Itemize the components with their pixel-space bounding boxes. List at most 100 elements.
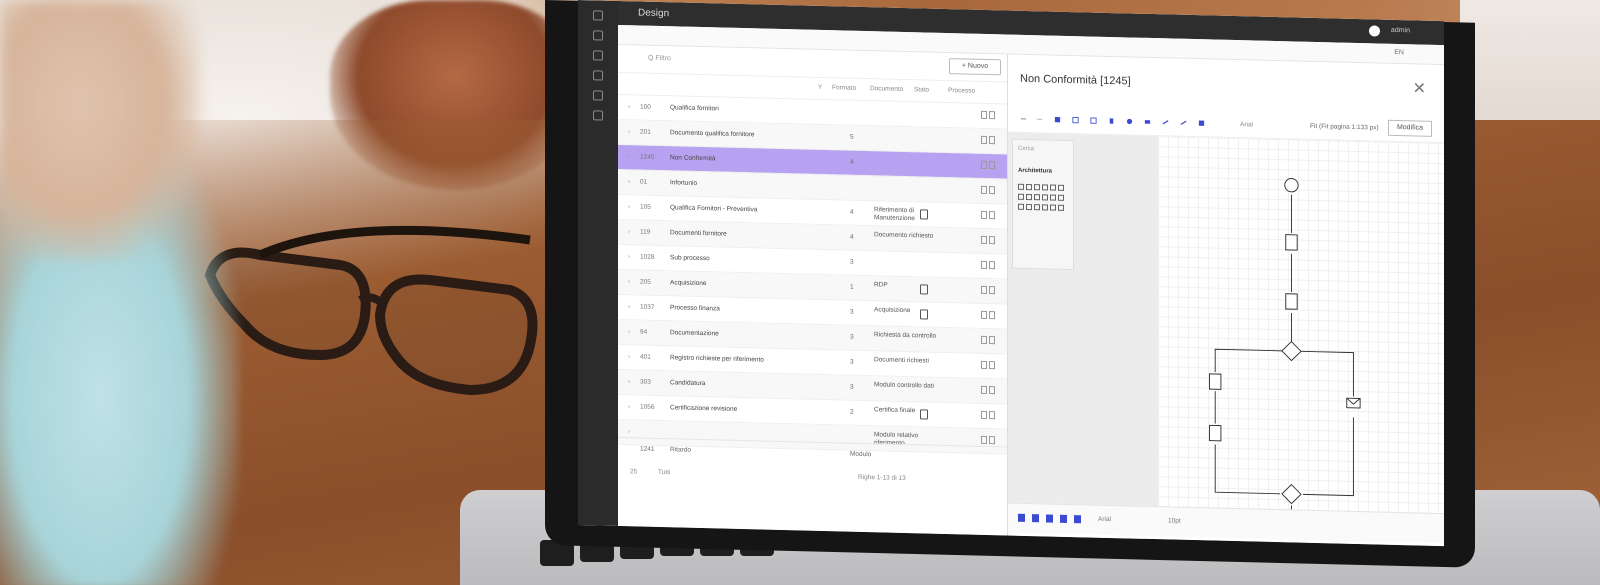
new-button[interactable]: + Nuovo <box>949 58 1001 76</box>
row-actions[interactable] <box>981 285 997 295</box>
palette-shapes[interactable] <box>1018 182 1070 213</box>
zoom-select[interactable]: Fit (Fit pagina 1:133 px) <box>1310 123 1379 132</box>
search-input[interactable]: Q Filtro <box>648 55 671 63</box>
format-font-select[interactable]: Arial <box>1098 516 1111 523</box>
bold-icon[interactable] <box>1018 513 1025 522</box>
task-document-icon[interactable] <box>1209 373 1222 390</box>
arrow-icon[interactable] <box>1162 118 1169 126</box>
edit-icon[interactable] <box>981 210 987 219</box>
delete-icon[interactable] <box>989 361 995 370</box>
row-actions[interactable] <box>981 435 997 445</box>
expand-chevron-icon[interactable]: › <box>628 378 630 385</box>
avatar[interactable] <box>1369 25 1380 37</box>
expand-chevron-icon[interactable]: › <box>628 153 630 160</box>
palette-title[interactable]: Architettura <box>1018 168 1052 175</box>
edit-icon[interactable] <box>981 160 987 169</box>
delete-icon[interactable] <box>989 411 995 420</box>
delete-icon[interactable] <box>989 261 995 270</box>
task-document-icon[interactable] <box>1285 234 1298 251</box>
delete-icon[interactable] <box>989 336 995 345</box>
edit-icon[interactable] <box>981 235 987 244</box>
row-actions[interactable] <box>981 110 997 120</box>
expand-chevron-icon[interactable]: › <box>628 128 630 135</box>
expand-chevron-icon[interactable]: › <box>628 178 630 185</box>
document-icon[interactable] <box>593 50 603 61</box>
mail-icon[interactable] <box>1346 397 1361 409</box>
home-icon[interactable] <box>593 30 603 41</box>
document-icon[interactable] <box>920 209 928 220</box>
expand-chevron-icon[interactable]: › <box>628 428 630 435</box>
delete-icon[interactable] <box>989 186 995 195</box>
edit-icon[interactable] <box>981 410 987 419</box>
document-icon[interactable] <box>920 409 928 420</box>
gear-icon[interactable] <box>593 70 603 81</box>
diamond-gateway-icon[interactable] <box>1281 483 1302 505</box>
align-left-icon[interactable] <box>1060 514 1067 523</box>
task-document-icon[interactable] <box>1209 424 1222 442</box>
expand-chevron-icon[interactable]: › <box>628 353 630 360</box>
delete-icon[interactable] <box>989 211 995 220</box>
palette-search[interactable]: Cerca <box>1018 146 1034 152</box>
italic-icon[interactable] <box>1032 514 1039 523</box>
close-icon[interactable]: ✕ <box>1413 78 1426 98</box>
delete-icon[interactable] <box>989 286 995 295</box>
expand-chevron-icon[interactable]: › <box>628 203 630 210</box>
expand-chevron-icon[interactable]: › <box>628 278 630 285</box>
expand-chevron-icon[interactable]: › <box>628 328 630 335</box>
row-actions[interactable] <box>981 160 997 170</box>
format-size-select[interactable]: 10pt <box>1168 517 1181 524</box>
edit-icon[interactable] <box>981 335 987 344</box>
page-size[interactable]: 25 <box>630 468 637 475</box>
edit-icon[interactable] <box>981 260 987 269</box>
row-actions[interactable] <box>981 185 997 195</box>
waypoint-icon[interactable] <box>1180 119 1187 127</box>
diamond-gateway-icon[interactable] <box>1281 340 1302 362</box>
diagram-canvas[interactable] <box>1158 136 1444 544</box>
row-actions[interactable] <box>981 260 997 270</box>
expand-chevron-icon[interactable]: › <box>628 253 630 260</box>
expand-chevron-icon[interactable]: › <box>628 103 630 110</box>
menu-icon[interactable] <box>593 10 603 21</box>
row-actions[interactable] <box>981 335 997 345</box>
save-icon[interactable] <box>1054 116 1061 124</box>
document-icon[interactable] <box>920 284 928 295</box>
row-actions[interactable] <box>981 410 997 420</box>
align-center-icon[interactable] <box>1074 515 1081 524</box>
column-header[interactable]: Documento <box>870 85 903 93</box>
start-event-icon[interactable] <box>1284 178 1299 193</box>
delete-icon[interactable] <box>989 436 995 445</box>
toolbar-font-select[interactable]: Arial <box>1240 121 1253 128</box>
undo-icon[interactable] <box>1020 115 1027 123</box>
edit-icon[interactable] <box>981 110 987 119</box>
column-header[interactable]: Formato <box>832 84 856 92</box>
list-icon[interactable] <box>593 90 603 101</box>
expand-chevron-icon[interactable]: › <box>628 228 630 235</box>
edit-icon[interactable] <box>981 285 987 294</box>
copy-icon[interactable] <box>1072 116 1079 124</box>
column-header[interactable]: Processo <box>948 87 975 95</box>
row-actions[interactable] <box>981 310 997 320</box>
modify-button[interactable]: Modifica <box>1388 119 1432 137</box>
delete-icon[interactable] <box>989 111 995 120</box>
expand-chevron-icon[interactable]: › <box>628 403 630 410</box>
delete-icon[interactable] <box>989 136 995 145</box>
underline-icon[interactable] <box>1046 514 1053 523</box>
task-document-icon[interactable] <box>1285 293 1298 310</box>
edit-icon[interactable] <box>981 310 987 319</box>
paste-icon[interactable] <box>1090 117 1097 125</box>
page-filter[interactable]: Tutti <box>658 469 670 476</box>
connector-icon[interactable] <box>1144 118 1151 126</box>
chart-icon[interactable] <box>593 110 603 121</box>
row-actions[interactable] <box>981 235 997 245</box>
edit-icon[interactable] <box>981 185 987 194</box>
expand-chevron-icon[interactable]: › <box>628 303 630 310</box>
edit-icon[interactable] <box>981 385 987 394</box>
edit-icon[interactable] <box>981 360 987 369</box>
column-header[interactable]: Y <box>818 84 822 91</box>
document-icon[interactable] <box>920 309 928 320</box>
delete-icon[interactable] <box>989 236 995 245</box>
redo-icon[interactable] <box>1036 115 1043 123</box>
align-icon[interactable] <box>1198 119 1205 127</box>
delete-icon[interactable] <box>1108 117 1115 125</box>
user-name[interactable]: admin <box>1391 27 1410 34</box>
